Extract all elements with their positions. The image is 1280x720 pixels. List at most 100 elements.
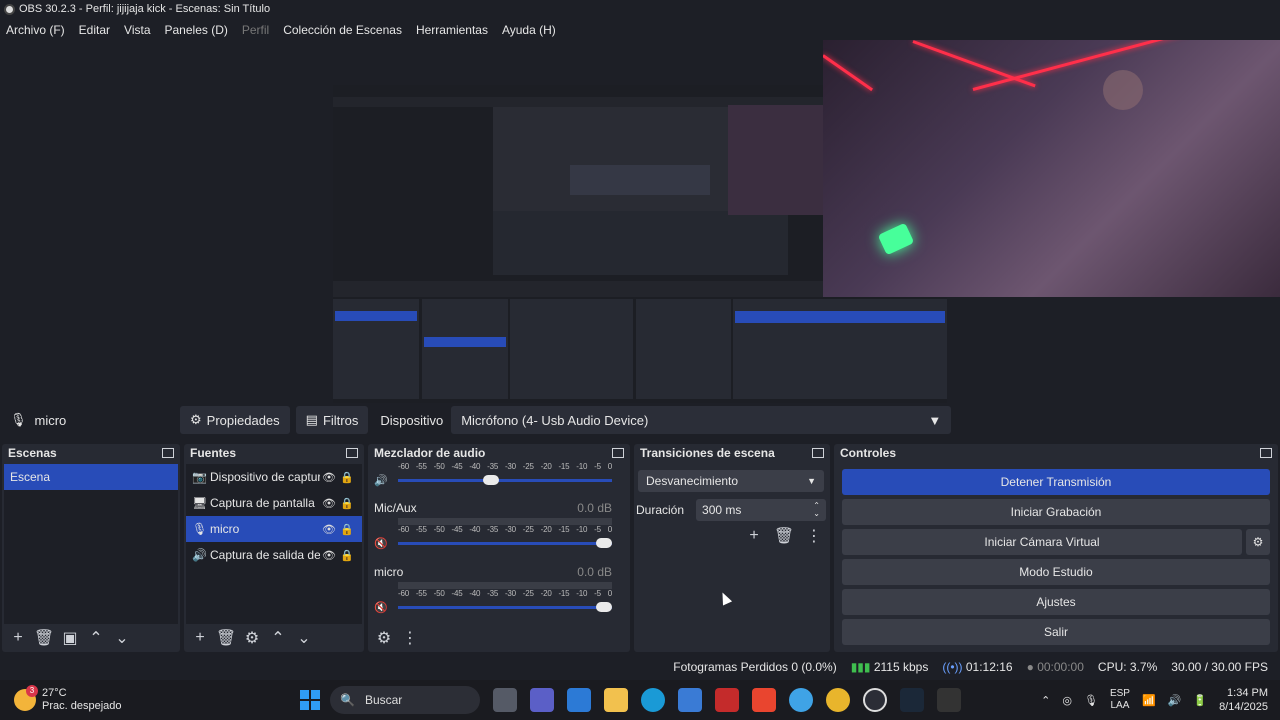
edge-icon[interactable] xyxy=(641,688,665,712)
taskbar-search[interactable]: 🔍 Buscar xyxy=(330,686,480,714)
undock-icon[interactable] xyxy=(612,448,624,458)
spinner-icon[interactable]: ⌃ ⌄ xyxy=(813,502,820,518)
transition-select[interactable]: Desvanecimiento ▼ xyxy=(638,470,824,492)
lock-icon[interactable]: 🔒 xyxy=(338,497,356,510)
source-item[interactable]: 📷 Dispositivo de captur 👁 🔒 xyxy=(186,464,362,490)
windows-start-icon[interactable] xyxy=(300,690,320,710)
file-explorer-icon[interactable] xyxy=(604,688,628,712)
obs-icon[interactable] xyxy=(863,688,887,712)
properties-button[interactable]: ⚙ Propiedades xyxy=(180,406,290,434)
more-icon[interactable]: ⋮ xyxy=(804,526,824,546)
source-item[interactable]: 🖥 Captura de pantalla 👁 🔒 xyxy=(186,490,362,516)
dell-icon[interactable] xyxy=(937,688,961,712)
slider-knob[interactable] xyxy=(482,474,499,485)
virtual-camera-settings-button[interactable]: ⚙ xyxy=(1246,529,1270,555)
eye-icon[interactable]: 👁 xyxy=(320,497,338,510)
scenes-title: Escenas xyxy=(8,446,57,460)
chevron-down-icon: ▼ xyxy=(928,412,942,428)
add-icon[interactable]: + xyxy=(8,628,28,648)
undock-icon[interactable] xyxy=(812,448,824,458)
menu-tools[interactable]: Herramientas xyxy=(416,23,488,37)
teams-icon[interactable] xyxy=(530,688,554,712)
stop-stream-button[interactable]: Detener Transmisión xyxy=(842,469,1270,495)
start-recording-button[interactable]: Iniciar Grabación xyxy=(842,499,1270,525)
filter-icon[interactable]: ▣ xyxy=(60,628,80,648)
chevron-up-icon[interactable]: ⌃ xyxy=(1041,694,1050,707)
undock-icon[interactable] xyxy=(162,448,174,458)
muted-speaker-icon[interactable]: 🔇 xyxy=(374,601,394,614)
menu-scene-collection[interactable]: Colección de Escenas xyxy=(283,23,402,37)
preview-area[interactable] xyxy=(0,40,1280,431)
track-name: Mic/Aux xyxy=(374,501,417,515)
scenes-list: Escena xyxy=(4,464,178,624)
duration-input[interactable]: 300 ms ⌃ ⌄ xyxy=(696,499,826,521)
volume-icon[interactable]: 🔊 xyxy=(1168,694,1182,707)
volume-slider[interactable] xyxy=(398,601,612,612)
trash-icon[interactable]: 🗑 xyxy=(34,628,54,648)
microphone-icon[interactable]: 🎙 xyxy=(1084,694,1098,707)
slider-knob[interactable] xyxy=(596,537,612,548)
copilot-icon[interactable] xyxy=(567,688,591,712)
steam-icon[interactable] xyxy=(900,688,924,712)
weather-widget[interactable]: 3 27°C Prac. despejado xyxy=(14,685,274,713)
settings-button[interactable]: Ajustes xyxy=(842,589,1270,615)
lock-icon[interactable]: 🔒 xyxy=(338,471,356,484)
menu-file[interactable]: Archivo (F) xyxy=(6,23,65,37)
muted-speaker-icon[interactable]: 🔇 xyxy=(374,537,394,550)
arrow-down-icon[interactable]: ⌄ xyxy=(112,628,132,648)
track-db: 0.0 dB xyxy=(577,565,612,579)
store-icon[interactable] xyxy=(678,688,702,712)
window-title: OBS 30.2.3 - Perfil: jijijaja kick - Esc… xyxy=(19,3,271,15)
slider-knob[interactable] xyxy=(596,601,612,612)
security-icon[interactable]: ◎ xyxy=(1062,694,1072,707)
chrome-alt-icon[interactable] xyxy=(789,688,813,712)
meter-scale: -60 -55 -50 -45 -40 -35 -30 -25 -20 -15 -10 -5 0 xyxy=(398,589,612,598)
eye-icon[interactable]: 👁 xyxy=(320,523,338,536)
trash-icon[interactable]: 🗑 xyxy=(216,628,236,648)
volume-slider[interactable] xyxy=(398,474,612,485)
start-virtual-camera-button[interactable]: Iniciar Cámara Virtual xyxy=(842,529,1242,555)
sources-list: 📷 Dispositivo de captur 👁 🔒 🖥 Captura de… xyxy=(186,464,362,624)
add-icon[interactable]: + xyxy=(744,526,764,546)
arrow-up-icon[interactable]: ⌃ xyxy=(86,628,106,648)
menu-help[interactable]: Ayuda (H) xyxy=(502,23,556,37)
lock-icon[interactable]: 🔒 xyxy=(338,523,356,536)
trash-icon[interactable]: 🗑 xyxy=(774,526,794,546)
language-indicator[interactable]: ESP LAA xyxy=(1110,688,1130,712)
gear-icon[interactable]: ⚙ xyxy=(374,628,394,648)
menu-docks[interactable]: Paneles (D) xyxy=(165,23,228,37)
scene-item[interactable]: Escena xyxy=(4,464,178,490)
arrow-down-icon[interactable]: ⌄ xyxy=(294,628,314,648)
sources-toolbar: + 🗑 ⚙ ⌃ ⌄ xyxy=(184,624,314,652)
eye-icon[interactable]: 👁 xyxy=(320,549,338,562)
track-name: micro xyxy=(374,565,404,579)
gear-icon[interactable]: ⚙ xyxy=(242,628,262,648)
task-view-icon[interactable] xyxy=(493,688,517,712)
exit-button[interactable]: Salir xyxy=(842,619,1270,645)
filters-button[interactable]: ▤ Filtros xyxy=(295,406,369,434)
menu-view[interactable]: Vista xyxy=(124,23,150,37)
wifi-icon[interactable]: 📶 xyxy=(1142,694,1156,707)
lock-icon[interactable]: 🔒 xyxy=(338,549,356,562)
menu-edit[interactable]: Editar xyxy=(79,23,110,37)
arrow-up-icon[interactable]: ⌃ xyxy=(268,628,288,648)
chrome-icon[interactable] xyxy=(826,688,850,712)
speaker-icon[interactable]: 🔊 xyxy=(374,474,394,487)
microphone-icon: 🎙 xyxy=(10,412,27,427)
studio-mode-button[interactable]: Modo Estudio xyxy=(842,559,1270,585)
mixer-title: Mezclador de audio xyxy=(374,446,486,460)
more-icon[interactable]: ⋮ xyxy=(400,628,420,648)
undock-icon[interactable] xyxy=(346,448,358,458)
eye-icon[interactable]: 👁 xyxy=(320,471,338,484)
undock-icon[interactable] xyxy=(1260,448,1272,458)
device-select[interactable]: Micrófono (4- Usb Audio Device) ▼ xyxy=(451,406,952,434)
add-icon[interactable]: + xyxy=(190,628,210,648)
battery-icon[interactable]: 🔋 xyxy=(1193,694,1207,707)
source-item[interactable]: 🔊 Captura de salida de 👁 🔒 xyxy=(186,542,362,568)
mcafee-icon[interactable] xyxy=(715,688,739,712)
scenes-dock: Escenas Escena + 🗑 ▣ ⌃ ⌄ xyxy=(2,444,180,652)
volume-slider[interactable] xyxy=(398,537,612,548)
anydesk-icon[interactable] xyxy=(752,688,776,712)
source-item[interactable]: 🎙 micro 👁 🔒 xyxy=(186,516,362,542)
clock[interactable]: 1:34 PM 8/14/2025 xyxy=(1219,686,1268,714)
